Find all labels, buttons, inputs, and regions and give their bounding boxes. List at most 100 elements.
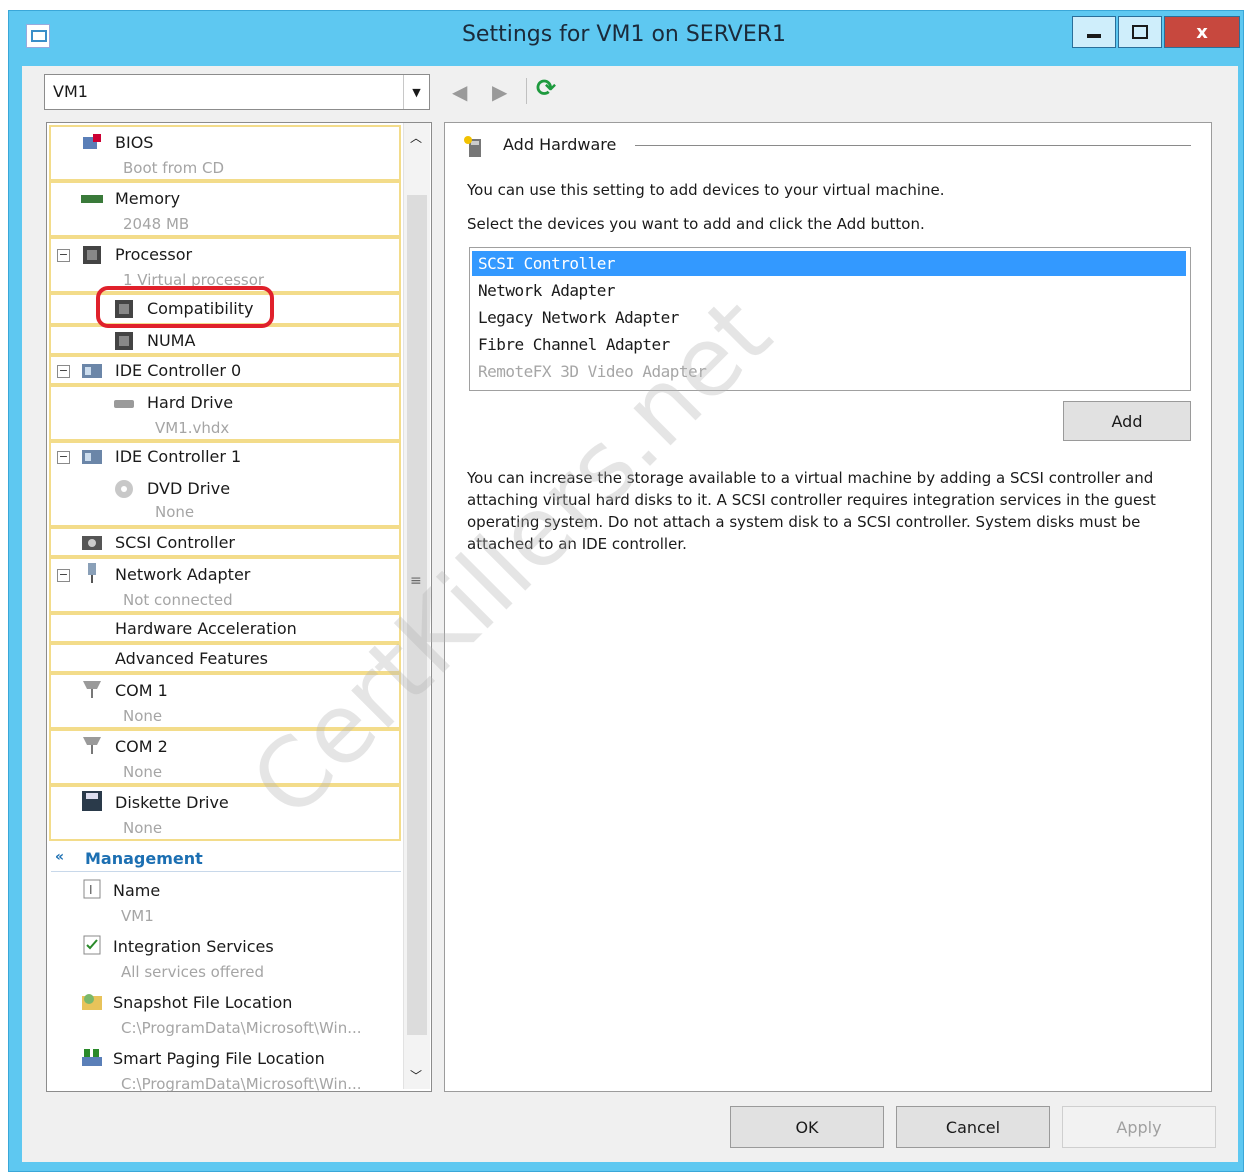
chip-icon: [115, 332, 133, 350]
vm-selector-dropdown[interactable]: VM1 ▼: [44, 74, 430, 110]
toolbar-separator: [526, 78, 527, 104]
tree-item-label: DVD Drive: [147, 479, 231, 498]
tree-item-label: IDE Controller 1: [115, 447, 242, 466]
tree-item-detail: None: [123, 707, 163, 725]
tree-item-snapshot-file-location[interactable]: Snapshot File Location C:\ProgramData\Mi…: [51, 987, 401, 1043]
close-button[interactable]: x: [1164, 16, 1240, 48]
minimize-icon: [1087, 34, 1101, 38]
tree-item-ide-controller-0[interactable]: − IDE Controller 0: [49, 355, 401, 385]
maximize-icon: [1132, 25, 1148, 39]
ide-controller-icon: [82, 364, 102, 378]
add-hardware-icon: [464, 136, 481, 157]
tree-item-label: Advanced Features: [115, 649, 268, 668]
collapse-icon[interactable]: −: [57, 249, 70, 262]
tree-item-hardware-acceleration[interactable]: Hardware Acceleration: [49, 613, 401, 643]
tree-item-label: NUMA: [147, 331, 196, 350]
diskette-icon: [82, 791, 102, 811]
tree-item-bios[interactable]: BIOS Boot from CD: [49, 125, 401, 181]
com-port-icon: [83, 681, 101, 698]
collapse-icon[interactable]: −: [57, 365, 70, 378]
processor-icon: [83, 246, 101, 264]
tree-item-detail: None: [155, 503, 195, 521]
tree-item-label: Hard Drive: [147, 393, 234, 412]
smart-paging-icon: [82, 1049, 102, 1066]
add-hardware-description: You can use this setting to add devices …: [467, 181, 945, 199]
device-list[interactable]: SCSI Controller Network Adapter Legacy N…: [469, 247, 1191, 391]
refresh-icon[interactable]: ⟳: [536, 74, 556, 102]
tree-item-integration-services[interactable]: Integration Services All services offere…: [51, 931, 401, 987]
dvd-drive-icon: [115, 480, 133, 498]
tree-item-detail: C:\ProgramData\Microsoft\Win...: [121, 1075, 362, 1092]
close-icon: x: [1196, 21, 1208, 43]
section-divider: [635, 145, 1191, 146]
add-hardware-instructions: Select the devices you want to add and c…: [467, 215, 925, 233]
device-list-item[interactable]: Legacy Network Adapter: [472, 305, 1186, 330]
collapse-icon[interactable]: −: [57, 569, 70, 582]
tree-item-processor[interactable]: − Processor 1 Virtual processor: [49, 237, 401, 293]
chevron-down-icon[interactable]: ▼: [403, 75, 429, 109]
forward-arrow-icon[interactable]: ▶: [492, 80, 507, 104]
hardware-tree[interactable]: BIOS Boot from CD Memory 2048 MB − Proce…: [46, 122, 432, 1092]
collapse-icon[interactable]: −: [57, 451, 70, 464]
management-header-label: Management: [85, 849, 203, 868]
tree-item-detail: VM1.vhdx: [155, 419, 230, 437]
tree-item-label: COM 1: [115, 681, 168, 700]
tree-item-label: Diskette Drive: [115, 793, 229, 812]
apply-button[interactable]: Apply: [1062, 1106, 1216, 1148]
tree-item-label: COM 2: [115, 737, 168, 756]
tree-item-memory[interactable]: Memory 2048 MB: [49, 181, 401, 237]
tree-item-label: Hardware Acceleration: [115, 619, 297, 638]
maximize-button[interactable]: [1118, 16, 1162, 48]
ide-controller-icon: [82, 450, 102, 464]
vm-selector-value: VM1: [53, 82, 88, 101]
memory-icon: [81, 195, 103, 203]
tree-item-detail: All services offered: [121, 963, 265, 981]
tree-item-label: Network Adapter: [115, 565, 251, 584]
tree-item-label: Name: [113, 881, 161, 900]
tree-item-smart-paging-file-location[interactable]: Smart Paging File Location C:\ProgramDat…: [51, 1043, 401, 1092]
com-port-icon: [83, 737, 101, 754]
tree-item-label: Integration Services: [113, 937, 274, 956]
tree-item-label: Smart Paging File Location: [113, 1049, 325, 1068]
tree-item-detail: C:\ProgramData\Microsoft\Win...: [121, 1019, 362, 1037]
tree-item-name[interactable]: I Name VM1: [51, 875, 401, 931]
tree-item-detail: Not connected: [123, 591, 233, 609]
window-title: Settings for VM1 on SERVER1: [461, 22, 787, 47]
back-arrow-icon[interactable]: ◀: [452, 80, 467, 104]
tree-item-label: BIOS: [115, 133, 154, 152]
tree-item-numa[interactable]: NUMA: [49, 325, 401, 355]
tree-item-detail: None: [123, 819, 163, 837]
tree-item-scsi-controller[interactable]: SCSI Controller: [49, 527, 401, 557]
add-hardware-pane: Add Hardware You can use this setting to…: [444, 122, 1212, 1092]
compatibility-highlight-annotation: [96, 286, 274, 328]
minimize-button[interactable]: [1072, 16, 1116, 48]
snapshot-folder-icon: [82, 994, 102, 1010]
svg-text:I: I: [89, 883, 93, 897]
ok-button[interactable]: OK: [730, 1106, 884, 1148]
scroll-down-arrow-icon[interactable]: ﹀: [410, 1067, 422, 1084]
collapse-chevron-icon[interactable]: «: [55, 849, 64, 865]
tree-item-detail: 2048 MB: [123, 215, 190, 233]
device-list-item[interactable]: Network Adapter: [472, 278, 1186, 303]
device-list-item: RemoteFX 3D Video Adapter: [478, 362, 707, 381]
management-section-header[interactable]: « Management: [51, 847, 401, 872]
tree-item-network-adapter[interactable]: − Network Adapter Not connected: [49, 557, 401, 613]
device-list-item[interactable]: Fibre Channel Adapter: [472, 332, 1186, 357]
tree-item-detail: VM1: [121, 907, 154, 925]
cancel-button[interactable]: Cancel: [896, 1106, 1050, 1148]
tree-item-detail: Boot from CD: [123, 159, 224, 177]
name-icon: I: [83, 879, 101, 899]
tree-item-label: Processor: [115, 245, 193, 264]
tree-item-label: Snapshot File Location: [113, 993, 293, 1012]
scsi-controller-icon: [82, 536, 102, 550]
hard-drive-icon: [114, 400, 134, 408]
tree-item-hard-drive[interactable]: Hard Drive VM1.vhdx: [49, 385, 401, 441]
device-list-item[interactable]: SCSI Controller: [472, 251, 1186, 276]
add-button[interactable]: Add: [1063, 401, 1191, 441]
network-adapter-icon: [88, 563, 96, 583]
tree-item-detail: None: [123, 763, 163, 781]
integration-services-icon: [83, 935, 101, 955]
tree-item-ide-controller-1[interactable]: − IDE Controller 1 DVD Drive None: [49, 441, 401, 527]
scroll-up-arrow-icon[interactable]: ︿: [410, 129, 422, 146]
tree-item-label: Memory: [115, 189, 181, 208]
